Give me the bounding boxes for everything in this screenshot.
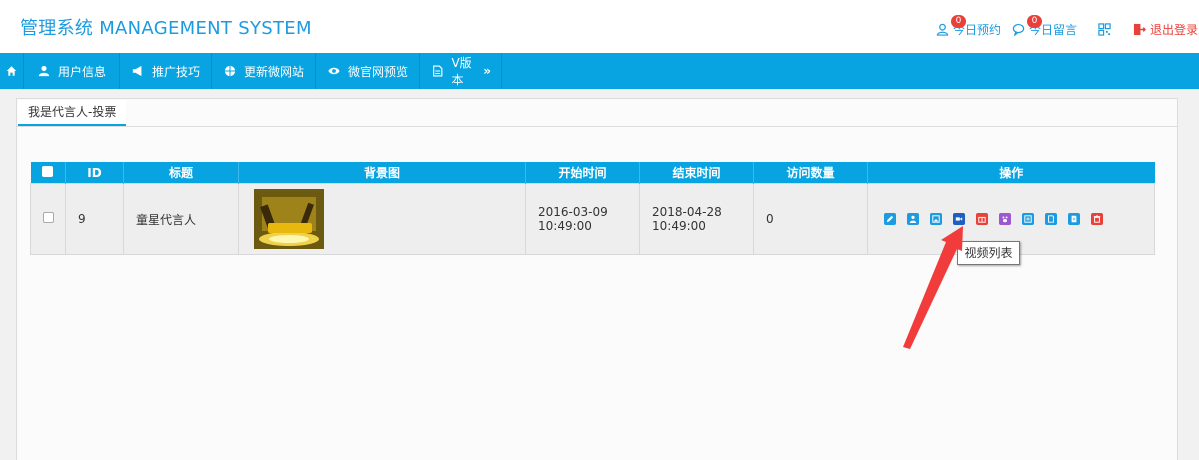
end-time: 10:49:00 — [652, 219, 706, 233]
chat-bubble-icon: 0 — [1012, 14, 1042, 36]
top-header: 管理系统 MANAGEMENT SYSTEM 0 今日预约 0 今日留言 退出登… — [0, 0, 1199, 53]
start-time: 10:49:00 — [538, 219, 592, 233]
nav-promo-tips[interactable]: 推广技巧 — [120, 53, 212, 89]
nav-version[interactable]: V版本 » — [420, 53, 502, 89]
main-nav: 用户信息 推广技巧 更新微网站 微官网预览 V版本 » — [0, 53, 1199, 89]
image-icon[interactable] — [930, 213, 942, 225]
document-icon — [433, 65, 443, 77]
today-messages-link[interactable]: 0 今日留言 — [1012, 14, 1077, 40]
content-panel: 我是代言人-投票 ID 标题 背景图 开始时间 结束时间 访问数量 操作 9 童… — [16, 98, 1178, 460]
today-appointments-link[interactable]: 0 今日预约 — [936, 14, 1001, 40]
end-time-cell: 2018-04-28 10:49:00 — [639, 183, 754, 255]
column-header: 结束时间 — [639, 162, 754, 184]
column-header: 标题 — [123, 162, 239, 184]
globe-icon — [224, 65, 236, 77]
home-icon — [6, 66, 17, 76]
id-cell: 9 — [65, 183, 124, 255]
logout-link[interactable]: 退出登录 — [1133, 18, 1198, 40]
background-image-cell — [238, 183, 526, 255]
column-header: 访问数量 — [753, 162, 868, 184]
row-checkbox[interactable] — [43, 212, 54, 223]
nav-site-preview[interactable]: 微官网预览 — [316, 53, 420, 89]
logout-label: 退出登录 — [1150, 22, 1199, 37]
column-header: 背景图 — [238, 162, 526, 184]
qr-code-button[interactable] — [1098, 18, 1115, 40]
action-icons — [884, 213, 1154, 225]
edit-icon[interactable] — [884, 213, 896, 225]
messages-badge: 0 — [1027, 14, 1042, 28]
nav-user-info[interactable]: 用户信息 — [24, 53, 120, 89]
end-date: 2018-04-28 — [652, 205, 722, 219]
table-header-row: ID 标题 背景图 开始时间 结束时间 访问数量 操作 — [30, 162, 1155, 184]
user-list-icon[interactable] — [907, 213, 919, 225]
nav-label: 更新微网站 — [244, 64, 305, 79]
select-all-checkbox[interactable] — [42, 165, 54, 177]
qr-code-icon — [1098, 22, 1115, 36]
double-chevron-right-icon: » — [483, 64, 491, 78]
column-header: 开始时间 — [525, 162, 640, 184]
nav-label: 微官网预览 — [348, 64, 409, 79]
nav-label: 用户信息 — [58, 64, 107, 79]
paw-icon[interactable] — [999, 213, 1011, 225]
nav-update-site[interactable]: 更新微网站 — [212, 53, 316, 89]
megaphone-icon — [132, 65, 142, 77]
column-header: 操作 — [867, 162, 1155, 184]
gift-icon[interactable] — [976, 213, 988, 225]
title-cell: 童星代言人 — [123, 183, 239, 255]
video-list-tooltip: 视频列表 — [957, 241, 1020, 265]
trash-icon[interactable] — [1091, 213, 1103, 225]
tab-vote[interactable]: 我是代言人-投票 — [18, 100, 127, 126]
user-icon — [38, 65, 50, 77]
visits-cell: 0 — [753, 183, 868, 255]
logout-icon — [1133, 23, 1150, 36]
tab-bar: 我是代言人-投票 — [17, 99, 1177, 127]
video-list-icon[interactable] — [953, 213, 965, 225]
nav-home[interactable] — [0, 53, 24, 89]
brand-title: 管理系统 MANAGEMENT SYSTEM — [20, 18, 312, 39]
person-icon: 0 — [936, 14, 966, 36]
file-icon[interactable] — [1068, 213, 1080, 225]
row-select-cell — [30, 183, 66, 255]
column-header: ID — [65, 162, 124, 184]
list-icon[interactable] — [1022, 213, 1034, 225]
select-all-cell — [30, 162, 66, 184]
start-time-cell: 2016-03-09 10:49:00 — [525, 183, 640, 255]
nav-label: V版本 — [451, 56, 472, 87]
nav-label: 推广技巧 — [152, 64, 201, 79]
start-date: 2016-03-09 — [538, 205, 608, 219]
appointments-badge: 0 — [951, 14, 966, 28]
document-icon[interactable] — [1045, 213, 1057, 225]
background-thumbnail — [254, 189, 324, 249]
eye-icon — [328, 67, 340, 75]
